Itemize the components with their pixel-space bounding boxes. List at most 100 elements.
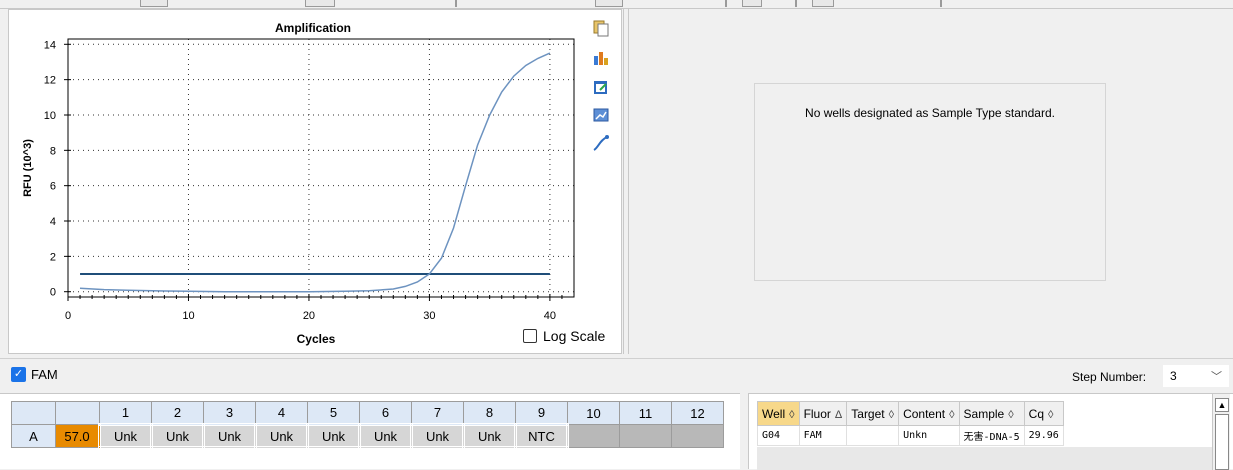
plate-row-temperature: 57.0 <box>55 424 100 448</box>
sort-icon[interactable]: ◊ <box>949 409 954 421</box>
y-tick-label: 14 <box>44 39 56 51</box>
step-number-select[interactable]: 3 ﹀ <box>1163 365 1229 387</box>
zoom-icon[interactable] <box>592 106 610 124</box>
x-axis-label: Cycles <box>297 332 336 346</box>
plate-well[interactable]: Unk <box>410 423 465 449</box>
table-empty-area <box>757 447 1214 470</box>
export-icon[interactable] <box>592 78 610 96</box>
plate-well[interactable]: Unk <box>98 423 153 449</box>
column-header-label: Content <box>903 406 946 421</box>
column-header-content[interactable]: Content ◊ <box>898 401 960 426</box>
toolbar-fragment <box>795 0 797 7</box>
fam-checkbox[interactable]: ✓ <box>11 367 26 382</box>
standard-curve-panel: No wells designated as Sample Type stand… <box>629 9 1233 354</box>
column-header-sample[interactable]: Sample ◊ <box>958 401 1025 426</box>
log-scale-checkbox[interactable] <box>523 329 537 343</box>
plate-column-header[interactable]: 8 <box>463 401 516 425</box>
plate-column-header[interactable]: 3 <box>203 401 256 425</box>
plate-well[interactable]: Unk <box>150 423 205 449</box>
standard-curve-message: No wells designated as Sample Type stand… <box>805 106 1055 120</box>
plate-header-row: 1 2 3 4 5 6 7 8 9 10 11 12 <box>11 401 724 425</box>
table-cell <box>846 425 900 446</box>
amplification-chart[interactable]: Amplification 0 2 4 6 8 10 12 14 0 10 20 30 40 Cycles R… <box>9 10 623 355</box>
plate-well[interactable]: Unk <box>254 423 309 449</box>
plate-well[interactable]: Unk <box>202 423 257 449</box>
y-tick-label: 12 <box>44 75 56 87</box>
scroll-thumb[interactable] <box>1215 414 1229 470</box>
standard-curve-box: No wells designated as Sample Type stand… <box>754 83 1106 281</box>
sort-icon[interactable]: ◊ <box>789 409 794 421</box>
step-number-value: 3 <box>1170 369 1177 383</box>
y-tick-label: 0 <box>50 287 56 299</box>
fam-label: FAM <box>31 367 58 382</box>
plate-well[interactable] <box>619 424 672 448</box>
plate-well[interactable]: NTC <box>514 423 569 449</box>
column-header-cq[interactable]: Cq ◊ <box>1023 401 1064 426</box>
step-number-label: Step Number: <box>1072 370 1147 384</box>
chevron-down-icon: ﹀ <box>1211 371 1222 383</box>
x-tick-label: 10 <box>182 310 194 322</box>
y-tick-label: 4 <box>50 216 56 228</box>
column-header-label: Well <box>762 406 786 421</box>
amplification-curve <box>79 52 551 293</box>
table-row[interactable]: G04 FAM Unkn 无害-DNA-5 29.96 <box>757 425 1064 446</box>
plate-column-header[interactable]: 1 <box>99 401 152 425</box>
y-tick-label: 10 <box>44 110 56 122</box>
plate-column-header[interactable]: 4 <box>255 401 308 425</box>
y-tick-label: 8 <box>50 145 56 157</box>
sort-icon[interactable]: ◊ <box>1048 409 1053 421</box>
toolbar-fragment <box>595 0 623 7</box>
toolbar-fragment <box>940 0 942 7</box>
plate-column-header[interactable]: 5 <box>307 401 360 425</box>
table-cell: 29.96 <box>1023 425 1064 446</box>
plate-well[interactable]: Unk <box>462 423 517 449</box>
sort-icon[interactable]: Δ <box>835 409 842 421</box>
y-axis-label: RFU (10^3) <box>22 139 34 197</box>
copy-icon[interactable] <box>592 19 610 37</box>
curve-icon[interactable] <box>592 134 610 152</box>
plate-column-header[interactable]: 9 <box>515 401 568 425</box>
toolbar-fragment <box>742 0 762 7</box>
x-tick-label: 30 <box>423 310 435 322</box>
well-data-panel: Well ◊ Fluor Δ Target ◊ Content ◊ Sample ◊ Cq ◊ G04… <box>748 393 1233 470</box>
table-scrollbar[interactable]: ▲ <box>1212 394 1230 470</box>
column-header-label: Sample <box>963 406 1005 421</box>
plate-row-label[interactable]: A <box>11 424 56 448</box>
column-header-fluor[interactable]: Fluor Δ <box>798 401 848 426</box>
plate-column-header[interactable]: 6 <box>359 401 412 425</box>
plate-column-header[interactable]: 10 <box>567 401 620 425</box>
y-tick-label: 2 <box>50 251 56 263</box>
amplification-chart-panel: Amplification 0 2 4 6 8 10 12 14 0 10 20 30 40 Cycles R… <box>8 9 622 354</box>
chart-settings-icon[interactable] <box>592 48 610 66</box>
x-tick-label: 0 <box>65 310 71 322</box>
plate-corner <box>55 401 100 425</box>
plate-view: 1 2 3 4 5 6 7 8 9 10 11 12 A 57.0 Unk Unk Unk Unk Unk Unk Un… <box>0 393 740 469</box>
table-cell: G04 <box>757 425 800 446</box>
sort-icon[interactable]: ◊ <box>1008 409 1013 421</box>
fluorophore-bar: ✓ FAM Step Number: 3 ﹀ <box>0 358 1233 390</box>
toolbar-fragment <box>725 0 727 7</box>
toolbar-fragment <box>140 0 168 7</box>
column-header-well[interactable]: Well ◊ <box>757 401 800 426</box>
plate-well[interactable] <box>671 424 724 448</box>
plate-row: A 57.0 Unk Unk Unk Unk Unk Unk Unk Unk NTC <box>11 423 724 449</box>
plate-well[interactable]: Unk <box>358 423 413 449</box>
log-scale-toggle[interactable]: Log Scale <box>523 328 605 344</box>
plate-column-header[interactable]: 12 <box>671 401 724 425</box>
table-cell: Unkn <box>898 425 960 446</box>
log-scale-label: Log Scale <box>543 328 606 344</box>
toolbar-fragment <box>455 0 457 7</box>
plate-grid: 1 2 3 4 5 6 7 8 9 10 11 12 A 57.0 Unk Unk Unk Unk Unk Unk Un… <box>11 401 724 449</box>
sort-icon[interactable]: ◊ <box>889 409 894 421</box>
column-header-label: Cq <box>1028 406 1044 421</box>
fam-toggle[interactable]: ✓ FAM <box>11 367 58 382</box>
plot-frame <box>67 38 575 298</box>
column-header-label: Fluor <box>803 406 831 421</box>
column-header-target[interactable]: Target ◊ <box>846 401 900 426</box>
plate-column-header[interactable]: 7 <box>411 401 464 425</box>
scroll-up-icon[interactable]: ▲ <box>1215 398 1229 412</box>
plate-column-header[interactable]: 2 <box>151 401 204 425</box>
plate-well[interactable]: Unk <box>306 423 361 449</box>
plate-well[interactable] <box>567 424 620 448</box>
plate-column-header[interactable]: 11 <box>619 401 672 425</box>
